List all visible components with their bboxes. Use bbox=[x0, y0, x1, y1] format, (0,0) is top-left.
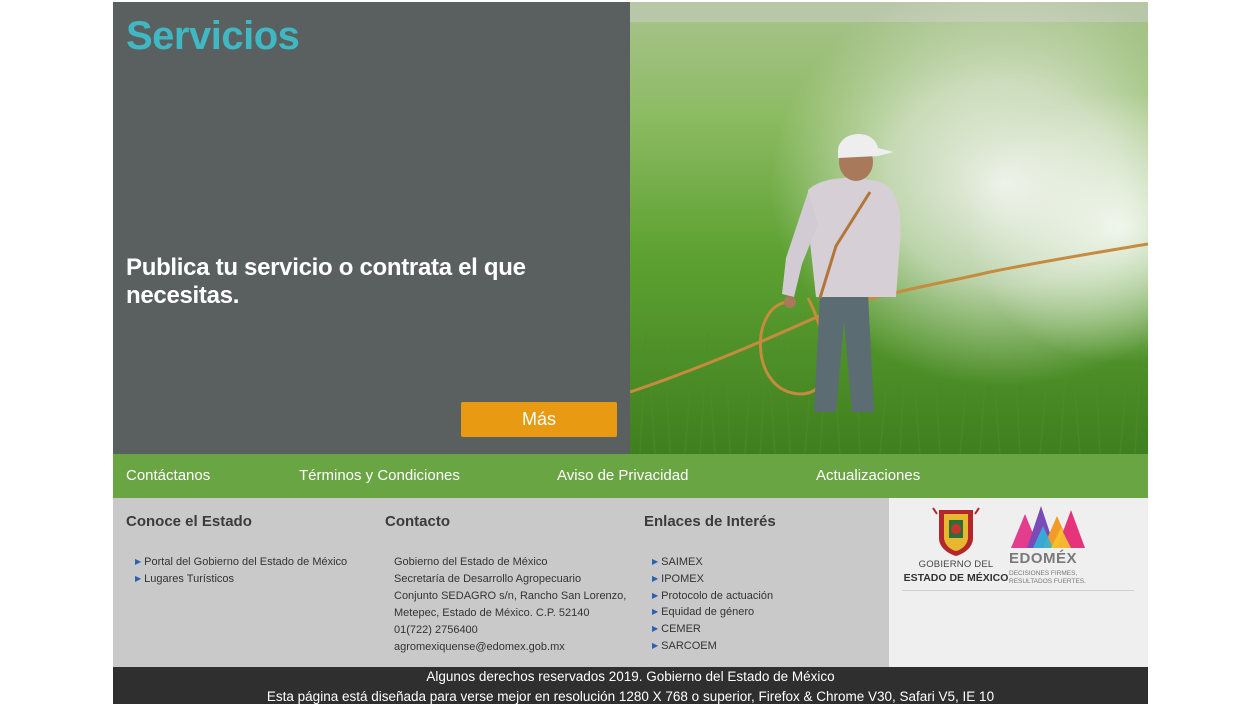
conoce-title: Conoce el Estado bbox=[126, 513, 252, 530]
nav-link-terms[interactable]: Términos y Condiciones bbox=[299, 467, 460, 484]
contact-line: Metepec, Estado de México. C.P. 52140 bbox=[394, 607, 590, 619]
edomex-name: EDOMÉX bbox=[1009, 550, 1078, 567]
resolution-notice: Esta página está diseñada para verse mej… bbox=[266, 689, 995, 704]
hero-image bbox=[630, 2, 1148, 454]
gobierno-logo[interactable]: GOBIERNO DEL ESTADO DE MÉXICO bbox=[901, 504, 1011, 588]
contact-address: Gobierno del Estado de México Secretaría… bbox=[394, 554, 626, 656]
footer-nav: Contáctanos Términos y Condiciones Aviso… bbox=[113, 454, 1148, 498]
link-portal-gobierno[interactable]: Portal del Gobierno del Estado de México bbox=[144, 556, 347, 568]
link-lugares-turisticos[interactable]: Lugares Turísticos bbox=[144, 573, 234, 585]
arrow-right-icon: ▶ bbox=[652, 590, 659, 600]
more-button[interactable]: Más bbox=[461, 402, 617, 437]
arrow-right-icon: ▶ bbox=[652, 557, 659, 566]
nav-link-privacy[interactable]: Aviso de Privacidad bbox=[557, 467, 688, 484]
edomex-logo[interactable]: EDOMÉX DECISIONES FIRMES, RESULTADOS FUE… bbox=[1007, 500, 1097, 590]
gobierno-line2: ESTADO DE MÉXICO bbox=[903, 572, 1009, 584]
hero-banner: Servicios Publica tu servicio o contrata… bbox=[113, 2, 1148, 454]
contact-phone: 01(722) 2756400 bbox=[394, 624, 478, 636]
link-cemer[interactable]: CEMER bbox=[661, 623, 701, 635]
footer-info: Conoce el Estado ▶ Portal del Gobierno de… bbox=[113, 498, 889, 667]
link-protocolo[interactable]: Protocolo de actuación bbox=[661, 590, 773, 602]
contact-line: Conjunto SEDAGRO s/n, Rancho San Lorenzo… bbox=[394, 590, 627, 602]
link-saimex[interactable]: SAIMEX bbox=[661, 556, 703, 568]
list-item: ▶ SARCOEM bbox=[652, 638, 773, 655]
farmer-spraying-photo bbox=[630, 2, 1148, 454]
edomex-mountains-icon bbox=[1011, 506, 1085, 548]
arrow-right-icon: ▶ bbox=[652, 624, 659, 634]
copyright-bar: Algunos derechos reservados 2019. Gobier… bbox=[113, 667, 1148, 704]
contact-line: Secretaría de Desarrollo Agropecuario bbox=[394, 573, 582, 585]
hero-title: Servicios bbox=[126, 14, 300, 58]
link-sarcoem[interactable]: SARCOEM bbox=[661, 640, 717, 652]
arrow-right-icon: ▶ bbox=[652, 640, 659, 650]
copyright-text: Algunos derechos reservados 2019. Gobier… bbox=[426, 669, 835, 684]
edomex-tagline1: DECISIONES FIRMES, bbox=[1009, 570, 1078, 577]
arrow-right-icon: ▶ bbox=[135, 573, 142, 583]
logos-divider bbox=[902, 590, 1134, 591]
enlaces-title: Enlaces de Interés bbox=[644, 513, 776, 530]
list-item: ▶ Portal del Gobierno del Estado de Méxic… bbox=[135, 554, 347, 571]
footer-logos: GOBIERNO DEL ESTADO DE MÉXICO EDOMÉX DEC… bbox=[889, 498, 1148, 667]
conoce-links: ▶ Portal del Gobierno del Estado de Méxic… bbox=[135, 554, 347, 588]
page: Servicios Publica tu servicio o contrata… bbox=[0, 0, 1250, 704]
contacto-title: Contacto bbox=[385, 513, 450, 530]
link-equidad[interactable]: Equidad de género bbox=[661, 606, 754, 618]
arrow-right-icon: ▶ bbox=[135, 557, 142, 566]
hero-text-panel: Servicios Publica tu servicio o contrata… bbox=[113, 2, 630, 454]
link-ipomex[interactable]: IPOMEX bbox=[661, 573, 704, 585]
list-item: ▶ Equidad de género bbox=[652, 604, 773, 621]
list-item: ▶ Protocolo de actuación bbox=[652, 588, 773, 605]
main-container: Servicios Publica tu servicio o contrata… bbox=[113, 0, 1148, 704]
arrow-right-icon: ▶ bbox=[652, 573, 659, 583]
contact-line: Gobierno del Estado de México bbox=[394, 556, 548, 568]
edomex-tagline2: RESULTADOS FUERTES. bbox=[1009, 578, 1086, 585]
gobierno-line1: GOBIERNO DEL bbox=[918, 559, 994, 570]
list-item: ▶ SAIMEX bbox=[652, 554, 773, 571]
nav-link-contact[interactable]: Contáctanos bbox=[126, 467, 210, 484]
list-item: ▶ Lugares Turísticos bbox=[135, 571, 347, 588]
enlaces-links: ▶ SAIMEX ▶ IPOMEX ▶ Protocolo de actuación … bbox=[652, 554, 773, 655]
list-item: ▶ CEMER bbox=[652, 621, 773, 638]
arrow-right-icon: ▶ bbox=[652, 607, 659, 617]
nav-link-updates[interactable]: Actualizaciones bbox=[816, 467, 920, 484]
hero-tagline: Publica tu servicio o contrata el que ne… bbox=[126, 254, 526, 309]
contact-email[interactable]: agromexiquense@edomex.gob.mx bbox=[394, 639, 626, 656]
list-item: ▶ IPOMEX bbox=[652, 571, 773, 588]
coat-of-arms-icon bbox=[932, 507, 980, 556]
